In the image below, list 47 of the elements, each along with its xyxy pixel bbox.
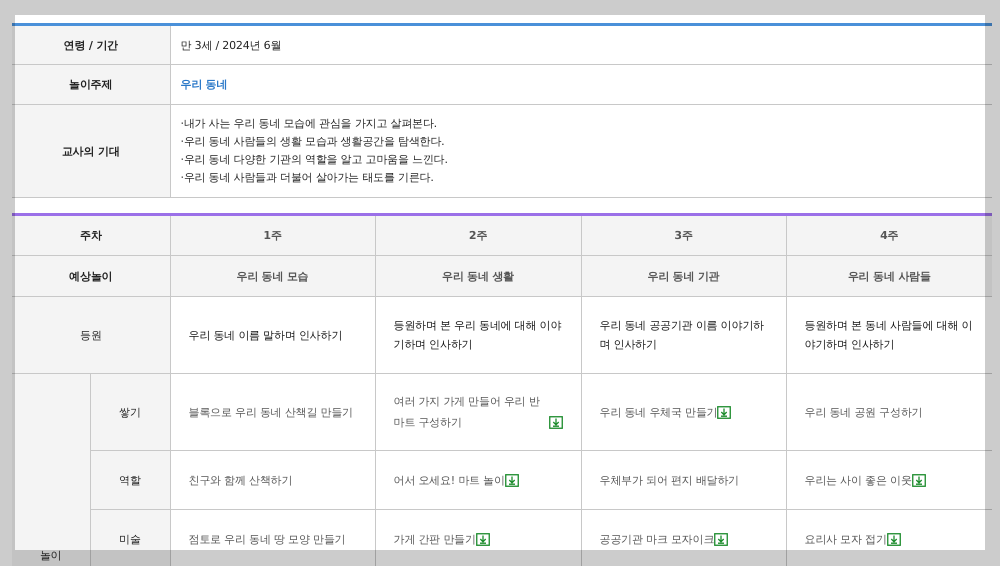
theme-heading: 우리 동네 모습: [236, 270, 309, 282]
row-label: 역할: [119, 474, 141, 486]
activity-text: 블록으로 우리 동네 산책길 만들기: [188, 404, 353, 420]
theme-heading: 우리 동네 생활: [442, 270, 514, 282]
download-icon[interactable]: [912, 474, 926, 486]
download-icon[interactable]: [717, 406, 732, 418]
activity-text: 점토로 우리 동네 땅 모양 만들기: [188, 532, 346, 548]
goal-item: ·우리 동네 사람들과 더불어 살아가는 태도를 기른다.: [180, 170, 435, 186]
activity-text: 등원하며 본 우리 동네에 대해 이야기하며 인사하기: [394, 319, 562, 351]
download-icon[interactable]: [476, 533, 490, 546]
activity-text: 우리는 사이 좋은 이웃: [804, 472, 912, 488]
download-icon[interactable]: [886, 533, 901, 546]
week-heading: 4주: [880, 229, 898, 242]
download-icon[interactable]: [714, 533, 728, 546]
activity-text: 어서 오세요! 마트 놀이: [394, 472, 505, 488]
row-label: 쌓기: [119, 406, 141, 418]
row-label: 연령 / 기간: [64, 38, 118, 52]
row-label: 주차: [80, 229, 102, 242]
week-heading: 2주: [468, 229, 488, 242]
download-icon[interactable]: [548, 416, 563, 429]
theme-heading: 우리 동네 사람들: [848, 270, 931, 282]
activity-text: 여러 가지 가게 만들어 우리 반 마트 구성하기: [394, 394, 541, 431]
activity-text: 가게 간판 만들기: [394, 532, 476, 548]
row-label: 미술: [119, 533, 141, 546]
row-label: 교사의 기대: [62, 144, 120, 158]
theme-link[interactable]: 우리 동네: [180, 78, 228, 91]
activity-text: 우리 동네 이름 말하며 인사하기: [188, 328, 342, 342]
activity-text: 요리사 모자 접기: [804, 532, 887, 548]
activity-text: 우체부가 되어 편지 배달하기: [600, 472, 740, 488]
goal-item: ·내가 사는 우리 동네 모습에 관심을 가지고 살펴본다.: [180, 116, 438, 132]
activity-text: 공공기관 마크 모자이크: [600, 532, 714, 548]
week-heading: 3주: [674, 229, 693, 242]
download-icon[interactable]: [504, 474, 519, 486]
activity-text: 우리 동네 공원 구성하기: [804, 404, 922, 420]
theme-heading: 우리 동네 기관: [647, 270, 720, 282]
row-label: 등원: [80, 328, 102, 342]
activity-text: 등원하며 본 동네 사람들에 대해 이야기하며 인사하기: [804, 319, 972, 351]
activity-text: 친구와 함께 산책하기: [188, 472, 292, 488]
goal-item: ·우리 동네 다양한 기관의 역할을 알고 고마움을 느낀다.: [180, 152, 449, 168]
week-heading: 1주: [263, 229, 282, 242]
field-value: 만 3세 / 2024년 6월: [180, 38, 282, 52]
row-label: 놀이: [40, 549, 62, 562]
row-label: 놀이주제: [69, 78, 112, 91]
activity-text: 우리 동네 공공기관 이름 이야기하며 인사하기: [600, 319, 764, 351]
goal-item: ·우리 동네 사람들의 생활 모습과 생활공간을 탐색한다.: [180, 134, 446, 150]
activity-text: 우리 동네 우체국 만들기: [600, 404, 718, 420]
row-label: 예상놀이: [69, 270, 112, 282]
